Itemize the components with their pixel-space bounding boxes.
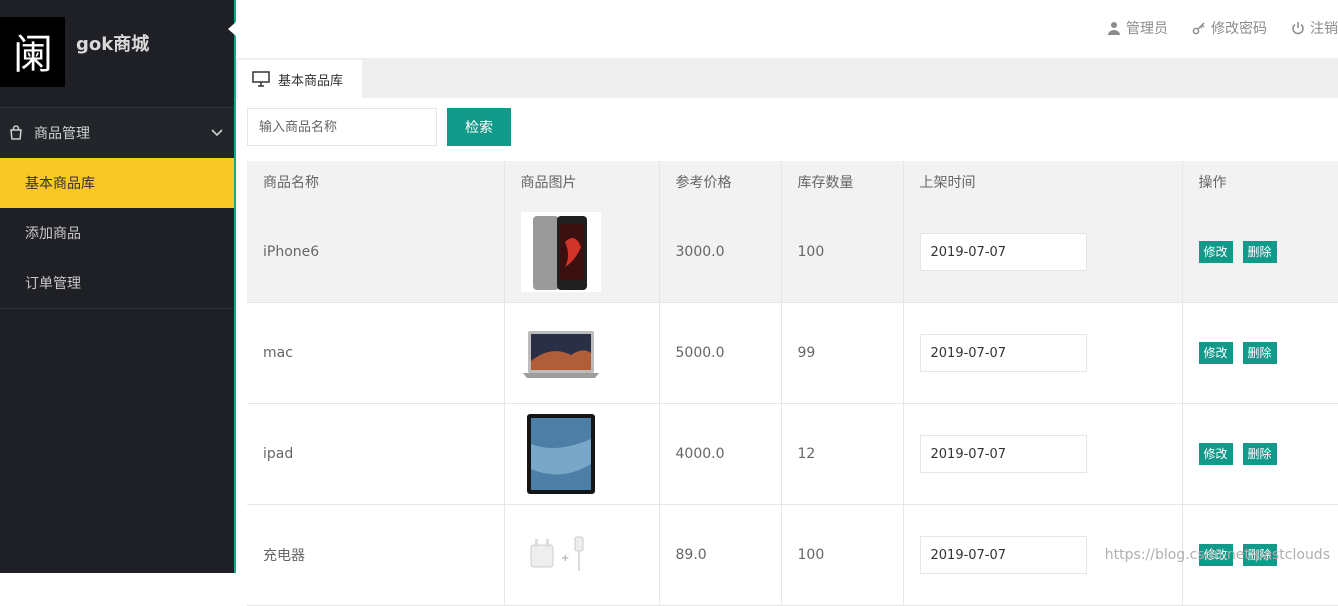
logo-icon: 阑: [13, 32, 53, 78]
shopping-bag-icon: [10, 125, 22, 140]
logout-label: 注销: [1310, 21, 1338, 37]
user-link[interactable]: 管理员: [1107, 18, 1168, 38]
logout-link[interactable]: 注销: [1291, 18, 1338, 38]
col-header-name: 商品名称: [247, 161, 505, 202]
menu-group-header[interactable]: 商品管理: [0, 108, 234, 158]
watermark: https://blog.csdn.net/pastclouds: [1104, 547, 1330, 563]
cell-price: 89.0: [659, 504, 782, 606]
date-input[interactable]: [919, 334, 1087, 372]
col-header-stock: 库存数量: [781, 161, 904, 202]
change-password-link[interactable]: 修改密码: [1192, 18, 1267, 38]
cell-image: [504, 403, 660, 505]
menu-group-label: 商品管理: [34, 126, 90, 142]
edit-button[interactable]: 修改: [1198, 342, 1233, 364]
date-input[interactable]: [919, 536, 1087, 574]
sidebar-item-add-product[interactable]: 添加商品: [0, 208, 234, 258]
top-links: 管理员 修改密码 注销: [1107, 18, 1338, 38]
cell-date: [903, 302, 1183, 404]
cell-actions: 修改 删除: [1182, 202, 1338, 303]
logo: 阑: [0, 17, 65, 87]
cell-price: 3000.0: [659, 202, 782, 303]
date-input[interactable]: [919, 233, 1087, 271]
sidebar-item-label: 基本商品库: [25, 176, 95, 192]
cell-name: 充电器: [247, 504, 505, 606]
sidebar-item-label: 订单管理: [25, 276, 81, 292]
cell-image: +: [504, 504, 660, 606]
cell-name: mac: [247, 302, 505, 404]
cell-price: 5000.0: [659, 302, 782, 404]
cell-stock: 100: [781, 202, 904, 303]
product-table: 商品名称 商品图片 参考价格 库存数量 上架时间 操作 iPhone6 3000…: [247, 161, 1338, 606]
col-header-image: 商品图片: [504, 161, 660, 202]
user-icon: [1108, 22, 1120, 35]
delete-button[interactable]: 删除: [1242, 241, 1277, 263]
iphone-image: [520, 212, 601, 292]
sidebar-item-label: 添加商品: [25, 226, 81, 242]
svg-text:阑: 阑: [13, 32, 53, 78]
search-input[interactable]: [247, 108, 437, 146]
chevron-down-icon[interactable]: [210, 125, 224, 139]
cell-date: [903, 403, 1183, 505]
table-row: mac 5000.0 99 修改删除: [247, 302, 1338, 404]
table-row: iPhone6 3000.0 100 修改删除: [247, 202, 1338, 303]
brand-name: gok商城: [76, 34, 150, 55]
cell-name: iPhone6: [247, 202, 505, 303]
charger-image: +: [530, 536, 583, 571]
cell-image: [504, 202, 660, 303]
cell-actions: 修改 删除: [1182, 302, 1338, 404]
top-bar: 管理员 修改密码 注销: [236, 0, 1338, 58]
search-button[interactable]: 检索: [447, 108, 511, 146]
col-header-actions: 操作: [1182, 161, 1338, 202]
key-icon: [1192, 22, 1205, 35]
edit-button[interactable]: 修改: [1198, 443, 1233, 465]
power-icon: [1292, 22, 1304, 35]
cell-price: 4000.0: [659, 403, 782, 505]
sidebar: 阑 gok商城 商品管理 基本商品库 添加商品 订单管理: [0, 0, 236, 573]
cell-stock: 100: [781, 504, 904, 606]
tab-label: 基本商品库: [278, 73, 344, 89]
menu-group-products: 商品管理 基本商品库 添加商品 订单管理: [0, 107, 234, 309]
cell-date: [903, 202, 1183, 303]
change-password-label: 修改密码: [1211, 21, 1267, 37]
ipad-image: [526, 414, 595, 494]
table-row: ipad 4000.0 12 修改删除: [247, 403, 1338, 505]
svg-text:+: +: [561, 553, 569, 564]
cell-stock: 99: [781, 302, 904, 404]
user-label: 管理员: [1126, 21, 1168, 37]
date-input[interactable]: [919, 435, 1087, 473]
tab-bar: 基本商品库: [236, 58, 1338, 98]
col-header-date: 上架时间: [903, 161, 1183, 202]
cell-image: [504, 302, 660, 404]
collapse-caret-icon[interactable]: [228, 22, 236, 36]
sidebar-item-orders[interactable]: 订单管理: [0, 258, 234, 309]
monitor-icon: [252, 71, 270, 87]
col-header-price: 参考价格: [659, 161, 782, 202]
edit-button[interactable]: 修改: [1198, 241, 1233, 263]
delete-button[interactable]: 删除: [1242, 342, 1277, 364]
cell-name: ipad: [247, 403, 505, 505]
cell-stock: 12: [781, 403, 904, 505]
cell-actions: 修改 删除: [1182, 403, 1338, 505]
macbook-image: [522, 331, 599, 378]
sidebar-item-product-library[interactable]: 基本商品库: [0, 158, 234, 208]
delete-button[interactable]: 删除: [1242, 443, 1277, 465]
tab-product-library[interactable]: 基本商品库: [238, 60, 362, 98]
table-header-row: 商品名称 商品图片 参考价格 库存数量 上架时间 操作: [247, 161, 1338, 202]
